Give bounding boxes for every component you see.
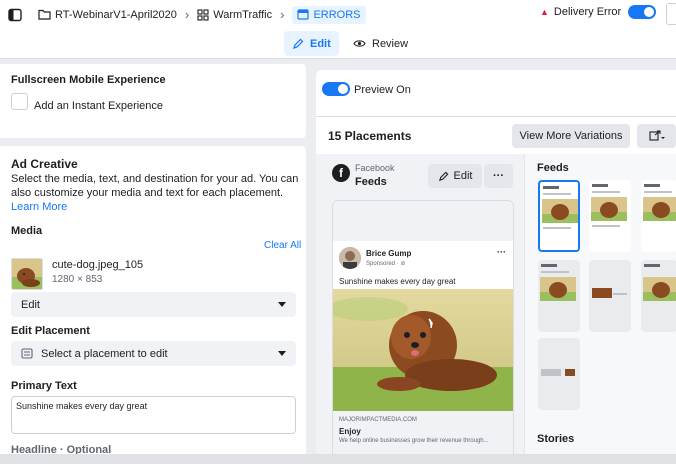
preview-platform: Facebook — [355, 163, 395, 173]
chevron-right-icon: › — [184, 7, 190, 22]
edit-placement-label: Edit Placement — [11, 325, 90, 337]
placement-thumb-2[interactable] — [589, 180, 631, 252]
sidebar-icon — [8, 8, 22, 21]
mode-switcher: Edit Review — [0, 29, 676, 59]
delivery-error-label: Delivery Error — [553, 6, 622, 18]
feeds-section-title: Feeds — [537, 162, 569, 174]
overflow-button[interactable] — [666, 3, 676, 25]
stories-section-title: Stories — [537, 433, 575, 445]
preview-toggle-row: Preview On — [316, 70, 676, 108]
placements-title: 15 Placements — [328, 129, 412, 143]
placement-thumb-6[interactable] — [641, 260, 676, 332]
sidebar-toggle-button[interactable] — [4, 5, 26, 25]
view-more-variations-label: View More Variations — [519, 130, 623, 142]
post-sponsored: Sponsored · ⊘ — [366, 261, 406, 267]
placement-icon — [21, 348, 33, 359]
breadcrumb-campaign[interactable]: RT-WebinarV1-April2020 — [38, 9, 177, 21]
breadcrumb-adset-label: WarmTraffic — [213, 8, 273, 21]
preview-panel: Preview On 15 Placements View More Varia… — [316, 70, 676, 464]
fullscreen-title: Fullscreen Mobile Experience — [11, 74, 166, 86]
media-label: Media — [11, 225, 43, 237]
review-mode-label: Review — [372, 37, 409, 50]
pencil-icon — [292, 38, 304, 50]
placement-thumb-feeds[interactable] — [538, 180, 580, 252]
ad-icon — [297, 9, 310, 20]
ad-on-off-toggle[interactable] — [628, 5, 656, 19]
learn-more-link[interactable]: Learn More — [11, 201, 67, 213]
edit-mode-label: Edit — [310, 37, 331, 50]
phone-status-area — [333, 201, 513, 241]
placement-thumb-7[interactable] — [538, 338, 580, 410]
post-more-icon[interactable]: ··· — [497, 247, 506, 257]
ad-creative-description: Select the media, text, and destination … — [11, 172, 301, 214]
placement-thumb-3[interactable] — [641, 180, 676, 252]
post-author: Brice Gump — [366, 249, 412, 258]
primary-text-value: Sunshine makes every day great — [16, 401, 148, 411]
grid-icon — [197, 8, 209, 21]
caret-down-icon — [278, 351, 286, 356]
facebook-icon: f — [332, 164, 350, 182]
primary-text-label: Primary Text — [11, 380, 77, 392]
primary-text-input[interactable]: Sunshine makes every day great — [11, 396, 296, 434]
preview-placement: Feeds — [355, 176, 387, 188]
bottom-strip — [0, 454, 676, 464]
placement-thumb-4[interactable] — [538, 260, 580, 332]
folder-icon — [38, 9, 51, 20]
clear-all-button[interactable]: Clear All — [264, 240, 301, 251]
avatar — [339, 247, 361, 269]
feed-preview-area: f Facebook Feeds Edit ··· Brice Gump Spo… — [316, 154, 524, 464]
delivery-status[interactable]: ▲ Delivery Error — [540, 6, 621, 18]
breadcrumb-campaign-label: RT-WebinarV1-April2020 — [55, 8, 177, 21]
caret-down-icon — [278, 302, 286, 307]
ad-creative-description-text: Select the media, text, and destination … — [11, 173, 299, 199]
edit-mode-button[interactable]: Edit — [284, 31, 339, 56]
chevron-right-icon: › — [280, 7, 285, 22]
media-file-name: cute-dog.jpeg_105 — [52, 259, 144, 271]
more-options-button[interactable]: ··· — [484, 164, 513, 188]
editor-panel: Fullscreen Mobile Experience Add an Inst… — [0, 60, 308, 464]
media-edit-select[interactable]: Edit — [11, 292, 296, 317]
post-image — [333, 289, 513, 411]
instant-experience-checkbox[interactable] — [11, 93, 28, 110]
placement-select-value: Select a placement to edit — [41, 347, 168, 360]
warning-icon: ▲ — [540, 7, 549, 17]
post-text: Sunshine makes every day great — [339, 277, 456, 286]
review-mode-button[interactable]: Review — [345, 31, 416, 56]
more-options-label: ··· — [493, 170, 504, 182]
placements-header: 15 Placements View More Variations — [316, 116, 676, 152]
placement-edit-button[interactable]: Edit — [428, 164, 482, 188]
media-thumbnail[interactable] — [11, 258, 43, 290]
pencil-icon — [438, 171, 449, 182]
placement-thumbnails: Feeds Stories — [524, 154, 676, 464]
preview-toggle[interactable] — [322, 82, 350, 96]
post-link-title: Enjoy — [339, 427, 361, 436]
post-link-domain: MAJORIMPACTMEDIA.COM — [339, 417, 417, 423]
placement-select[interactable]: Select a placement to edit — [11, 341, 296, 366]
ad-creative-title: Ad Creative — [11, 157, 78, 171]
fullscreen-section: Fullscreen Mobile Experience Add an Inst… — [0, 64, 306, 138]
ad-creative-section: Ad Creative Select the media, text, and … — [0, 146, 306, 464]
preview-toggle-label: Preview On — [354, 84, 411, 96]
breadcrumb-ad-label: ERRORS — [313, 8, 361, 21]
media-edit-select-value: Edit — [21, 298, 40, 311]
open-preview-button[interactable] — [637, 124, 676, 148]
view-more-variations-button[interactable]: View More Variations — [512, 124, 630, 148]
breadcrumb-adset[interactable]: WarmTraffic — [197, 9, 272, 21]
placement-thumb-5[interactable] — [589, 260, 631, 332]
ad-preview-post: Brice Gump Sponsored · ⊘ ··· Sunshine ma… — [332, 200, 514, 462]
external-link-icon — [648, 130, 665, 142]
post-link-description: We help online businesses grow their rev… — [339, 438, 489, 444]
eye-icon — [353, 39, 366, 48]
top-bar: RT-WebinarV1-April2020 › WarmTraffic › E… — [0, 0, 676, 29]
placement-edit-label: Edit — [453, 170, 473, 182]
breadcrumb-ad[interactable]: ERRORS — [292, 5, 366, 24]
instant-experience-label: Add an Instant Experience — [34, 100, 164, 112]
media-file-dimensions: 1280 × 853 — [52, 274, 103, 285]
